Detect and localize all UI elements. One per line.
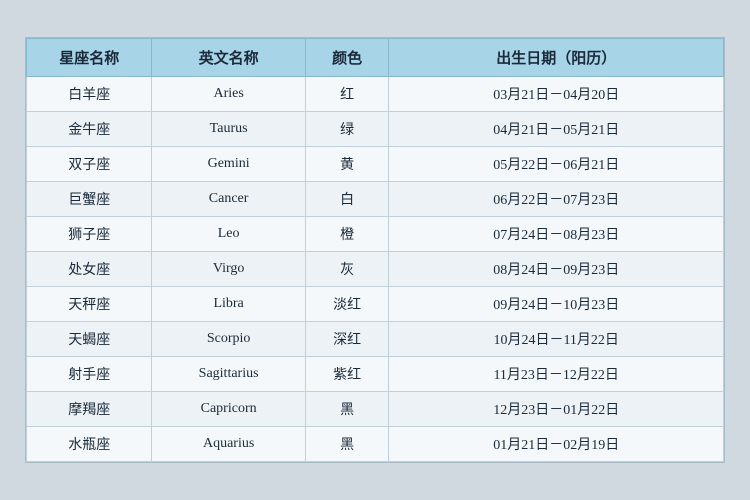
table-row: 摩羯座Capricorn黑12月23日－01月22日 [27, 392, 724, 427]
cell-color: 淡红 [305, 287, 389, 322]
cell-chinese: 巨蟹座 [27, 182, 152, 217]
table-row: 双子座Gemini黄05月22日－06月21日 [27, 147, 724, 182]
table-row: 金牛座Taurus绿04月21日－05月21日 [27, 112, 724, 147]
cell-color: 白 [305, 182, 389, 217]
table-row: 处女座Virgo灰08月24日－09月23日 [27, 252, 724, 287]
cell-english: Aquarius [152, 427, 305, 462]
cell-english: Leo [152, 217, 305, 252]
cell-date: 11月23日－12月22日 [389, 357, 724, 392]
cell-chinese: 处女座 [27, 252, 152, 287]
cell-date: 07月24日－08月23日 [389, 217, 724, 252]
cell-english: Gemini [152, 147, 305, 182]
table-row: 狮子座Leo橙07月24日－08月23日 [27, 217, 724, 252]
cell-date: 10月24日－11月22日 [389, 322, 724, 357]
cell-english: Libra [152, 287, 305, 322]
cell-english: Aries [152, 77, 305, 112]
zodiac-table: 星座名称 英文名称 颜色 出生日期（阳历） 白羊座Aries红03月21日－04… [26, 38, 724, 462]
cell-english: Cancer [152, 182, 305, 217]
header-date: 出生日期（阳历） [389, 39, 724, 77]
cell-chinese: 水瓶座 [27, 427, 152, 462]
cell-color: 黄 [305, 147, 389, 182]
cell-color: 绿 [305, 112, 389, 147]
header-color: 颜色 [305, 39, 389, 77]
cell-color: 红 [305, 77, 389, 112]
cell-chinese: 天秤座 [27, 287, 152, 322]
table-row: 白羊座Aries红03月21日－04月20日 [27, 77, 724, 112]
cell-color: 黑 [305, 392, 389, 427]
cell-date: 08月24日－09月23日 [389, 252, 724, 287]
header-english: 英文名称 [152, 39, 305, 77]
cell-color: 黑 [305, 427, 389, 462]
cell-date: 12月23日－01月22日 [389, 392, 724, 427]
cell-color: 深红 [305, 322, 389, 357]
cell-color: 灰 [305, 252, 389, 287]
table-row: 水瓶座Aquarius黑01月21日－02月19日 [27, 427, 724, 462]
cell-color: 橙 [305, 217, 389, 252]
cell-color: 紫红 [305, 357, 389, 392]
table-row: 射手座Sagittarius紫红11月23日－12月22日 [27, 357, 724, 392]
cell-chinese: 双子座 [27, 147, 152, 182]
table-header-row: 星座名称 英文名称 颜色 出生日期（阳历） [27, 39, 724, 77]
cell-chinese: 金牛座 [27, 112, 152, 147]
cell-english: Virgo [152, 252, 305, 287]
cell-date: 03月21日－04月20日 [389, 77, 724, 112]
cell-english: Taurus [152, 112, 305, 147]
cell-chinese: 射手座 [27, 357, 152, 392]
table-row: 天秤座Libra淡红09月24日－10月23日 [27, 287, 724, 322]
cell-english: Capricorn [152, 392, 305, 427]
cell-date: 05月22日－06月21日 [389, 147, 724, 182]
cell-date: 01月21日－02月19日 [389, 427, 724, 462]
cell-date: 04月21日－05月21日 [389, 112, 724, 147]
cell-english: Scorpio [152, 322, 305, 357]
zodiac-table-container: 星座名称 英文名称 颜色 出生日期（阳历） 白羊座Aries红03月21日－04… [25, 37, 725, 463]
cell-chinese: 摩羯座 [27, 392, 152, 427]
cell-chinese: 白羊座 [27, 77, 152, 112]
cell-date: 06月22日－07月23日 [389, 182, 724, 217]
table-row: 天蝎座Scorpio深红10月24日－11月22日 [27, 322, 724, 357]
header-chinese: 星座名称 [27, 39, 152, 77]
cell-chinese: 天蝎座 [27, 322, 152, 357]
table-row: 巨蟹座Cancer白06月22日－07月23日 [27, 182, 724, 217]
cell-english: Sagittarius [152, 357, 305, 392]
cell-chinese: 狮子座 [27, 217, 152, 252]
cell-date: 09月24日－10月23日 [389, 287, 724, 322]
